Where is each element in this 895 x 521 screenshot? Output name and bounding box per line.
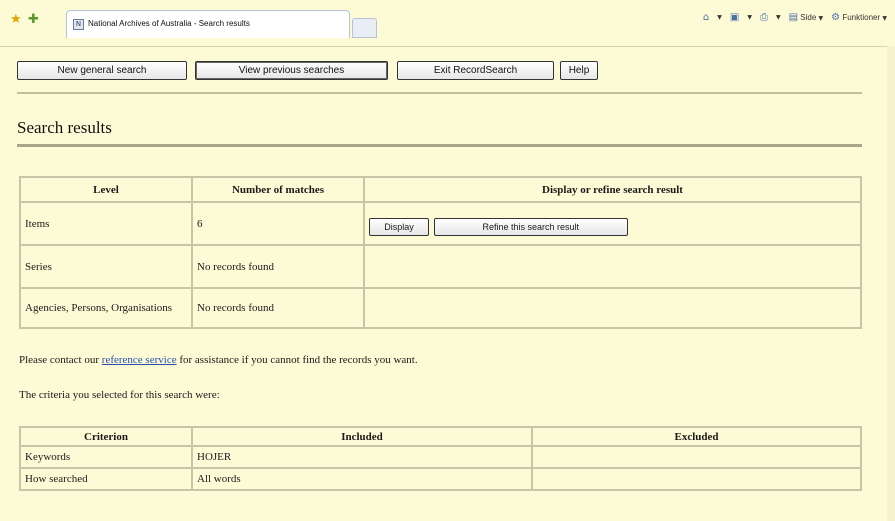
contact-suffix: for assistance if you cannot find the re… [176,354,418,366]
matches-cell: No records found [192,288,364,328]
excluded-cell [532,468,861,490]
table-row: How searched All words [20,468,861,490]
column-header-matches: Number of matches [192,177,364,202]
contact-message: Please contact our reference service for… [19,354,418,366]
matches-cell: 6 [192,202,364,245]
new-general-search-button[interactable]: New general search [17,61,187,80]
column-header-criterion: Criterion [20,427,192,446]
refine-search-button[interactable]: Refine this search result [433,217,628,236]
chevron-down-icon[interactable]: ▼ [776,14,781,21]
vertical-scrollbar[interactable] [887,46,895,521]
chevron-down-icon[interactable]: ▼ [747,14,752,21]
table-row: Keywords HOJER [20,446,861,468]
included-cell: HOJER [192,446,532,468]
table-row: Series No records found [20,245,861,288]
feeds-icon[interactable]: ▣ [730,12,739,23]
column-header-excluded: Excluded [532,427,861,446]
actions-cell [364,288,861,328]
chrome-divider [0,46,895,47]
included-cell: All words [192,468,532,490]
browser-toolbar: ★ ✚ N National Archives of Australia - S… [0,0,895,46]
chevron-down-icon: ▼ [818,15,824,22]
page-title: Search results [17,118,112,137]
view-previous-searches-button[interactable]: View previous searches [195,61,388,80]
print-icon[interactable]: ⎙ [760,12,768,23]
page-icon: ▤ [788,12,799,23]
table-header-row: Level Number of matches Display or refin… [20,177,861,202]
divider [17,144,862,147]
excluded-cell [532,446,861,468]
column-header-display: Display or refine search result [364,177,861,202]
criteria-intro: The criteria you selected for this searc… [19,389,220,401]
exit-recordsearch-button[interactable]: Exit RecordSearch [397,61,554,80]
matches-cell: No records found [192,245,364,288]
criterion-cell: How searched [20,468,192,490]
contact-prefix: Please contact our [19,354,102,366]
actions-cell: Display Refine this search result [364,202,861,245]
tools-menu-label: Funktioner [842,13,881,22]
chevron-down-icon[interactable]: ▼ [717,14,722,21]
table-row: Agencies, Persons, Organisations No reco… [20,288,861,328]
help-button[interactable]: Help [560,61,598,80]
add-favorites-icon[interactable]: ✚ [28,12,39,27]
column-header-level: Level [20,177,192,202]
tab-title: National Archives of Australia - Search … [88,19,250,28]
divider [17,92,862,94]
site-favicon-icon: N [73,19,84,30]
home-icon[interactable]: ⌂ [703,12,709,23]
column-header-included: Included [192,427,532,446]
display-button[interactable]: Display [369,217,429,236]
gear-icon: ⚙ [831,12,841,23]
command-bar: ⌂ ▼ ▣ ▼ ⎙ ▼ ▤ Side ▼ ⚙ Funktioner ▼ [703,12,887,23]
level-cell: Agencies, Persons, Organisations [20,288,192,328]
reference-service-link[interactable]: reference service [102,354,177,366]
page-menu[interactable]: ▤ Side ▼ [789,12,824,23]
criterion-cell: Keywords [20,446,192,468]
browser-tab[interactable]: N National Archives of Australia - Searc… [66,10,350,38]
new-tab-button[interactable] [352,18,377,38]
results-table: Level Number of matches Display or refin… [19,176,862,329]
criteria-table: Criterion Included Excluded Keywords HOJ… [19,426,862,491]
level-cell: Series [20,245,192,288]
favorites-star-icon[interactable]: ★ [10,12,22,27]
table-row: Items 6 Display Refine this search resul… [20,202,861,245]
level-cell: Items [20,202,192,245]
chevron-down-icon: ▼ [882,15,887,22]
actions-cell [364,245,861,288]
tools-menu[interactable]: ⚙ Funktioner ▼ [831,12,887,23]
table-header-row: Criterion Included Excluded [20,427,861,446]
page-menu-label: Side [800,13,817,22]
